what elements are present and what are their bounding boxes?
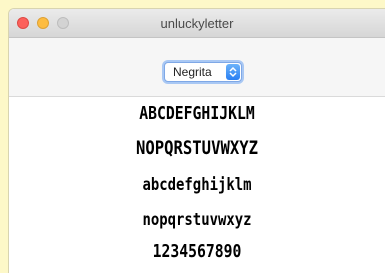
preview-uppercase-line-1: ABCDEFGHIJKLM (139, 103, 255, 124)
preview-uppercase-line-2: NOPQRSTUVWXYZ (136, 137, 258, 159)
updown-chevron-icon[interactable] (226, 64, 240, 80)
preview-lowercase-line-1: abcdefghijklm (142, 175, 252, 195)
title-bar[interactable]: unluckyletter (9, 9, 385, 38)
preview-digits-line: 1234567890 (152, 241, 242, 262)
font-preview: ABCDEFGHIJKLM NOPQRSTUVWXYZ abcdefghijkl… (9, 97, 385, 273)
window-title: unluckyletter (160, 16, 234, 31)
preview-lowercase-line-2: nopqrstuvwxyz (142, 210, 252, 230)
app-window: unluckyletter Negrita ABCDEFGHIJKLM NOPQ… (9, 9, 385, 273)
font-select-value: Negrita (173, 65, 212, 79)
font-select[interactable]: Negrita (164, 62, 242, 82)
toolbar: Negrita (9, 38, 385, 97)
